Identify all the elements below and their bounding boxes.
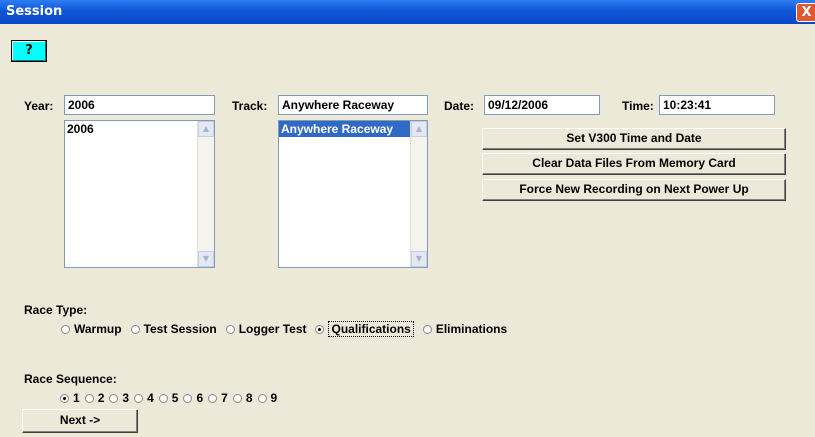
radio-dot-icon[interactable] (257, 393, 267, 403)
time-field[interactable]: 10:23:41 (659, 95, 775, 115)
radio-dot-icon[interactable] (130, 324, 140, 334)
year-field[interactable]: 2006 (64, 95, 215, 115)
year-listbox[interactable]: 2006 ▲ ▼ (64, 120, 215, 268)
radio-dot-icon[interactable] (134, 393, 144, 403)
force-new-recording-button[interactable]: Force New Recording on Next Power Up (482, 179, 786, 201)
title-bar[interactable]: Session X (0, 0, 815, 24)
radio-dot-icon[interactable] (422, 324, 432, 334)
year-scrollbar[interactable]: ▲ ▼ (197, 121, 214, 267)
scroll-down-icon[interactable]: ▼ (411, 251, 427, 267)
radio-seq-3[interactable]: 3 (109, 391, 129, 405)
radio-label[interactable]: Test Session (144, 322, 217, 336)
radio-label[interactable]: 5 (172, 391, 179, 405)
radio-label[interactable]: Warmup (74, 322, 122, 336)
time-label: Time: (622, 99, 654, 113)
track-scrollbar[interactable]: ▲ ▼ (410, 121, 427, 267)
scroll-up-icon[interactable]: ▲ (198, 121, 214, 137)
radio-label[interactable]: 1 (73, 391, 80, 405)
radio-dot-icon[interactable] (232, 393, 242, 403)
window-title: Session (6, 4, 63, 19)
radio-dot-icon[interactable] (158, 393, 168, 403)
help-button[interactable]: ? (11, 40, 47, 62)
radio-eliminations[interactable]: Eliminations (422, 322, 507, 336)
race-sequence-label: Race Sequence: (24, 372, 117, 386)
radio-seq-5[interactable]: 5 (158, 391, 179, 405)
scroll-down-icon[interactable]: ▼ (198, 251, 214, 267)
radio-logger-test[interactable]: Logger Test (225, 322, 307, 336)
year-label: Year: (24, 99, 54, 113)
close-button[interactable]: X (796, 3, 815, 22)
radio-dot-icon[interactable] (183, 393, 193, 403)
radio-label[interactable]: Logger Test (239, 322, 307, 336)
next-button[interactable]: Next -> (22, 409, 138, 433)
radio-seq-7[interactable]: 7 (208, 391, 228, 405)
race-type-label: Race Type: (24, 303, 88, 317)
session-window: Session X ? Year: 2006 2006 ▲ ▼ Track: A… (0, 0, 815, 437)
radio-seq-8[interactable]: 8 (232, 391, 253, 405)
radio-seq-1[interactable]: 1 (60, 391, 80, 405)
radio-label[interactable]: 7 (221, 391, 228, 405)
track-field[interactable]: Anywhere Raceway (278, 95, 428, 115)
year-list-item[interactable]: 2006 (65, 121, 214, 137)
radio-label[interactable]: Qualifications (328, 321, 414, 337)
radio-label[interactable]: 6 (196, 391, 203, 405)
radio-label[interactable]: 3 (122, 391, 129, 405)
radio-dot-icon[interactable] (60, 393, 69, 403)
radio-label[interactable]: 9 (271, 391, 278, 405)
radio-dot-icon[interactable] (208, 393, 218, 403)
radio-seq-2[interactable]: 2 (84, 391, 105, 405)
radio-seq-4[interactable]: 4 (134, 391, 154, 405)
radio-qualifications[interactable]: Qualifications (315, 321, 414, 337)
radio-label[interactable]: Eliminations (436, 322, 507, 336)
track-label: Track: (232, 99, 268, 113)
date-label: Date: (444, 99, 475, 113)
radio-label[interactable]: 8 (246, 391, 253, 405)
radio-dot-icon[interactable] (315, 324, 325, 334)
radio-dot-icon[interactable] (61, 324, 70, 334)
radio-label[interactable]: 2 (98, 391, 105, 405)
radio-seq-9[interactable]: 9 (257, 391, 278, 405)
clear-data-files-button[interactable]: Clear Data Files From Memory Card (482, 153, 786, 175)
radio-test-session[interactable]: Test Session (130, 322, 217, 336)
radio-dot-icon[interactable] (225, 324, 235, 334)
scroll-up-icon[interactable]: ▲ (411, 121, 427, 137)
radio-dot-icon[interactable] (84, 393, 94, 403)
track-list-item[interactable]: Anywhere Raceway (279, 121, 410, 137)
radio-dot-icon[interactable] (109, 393, 119, 403)
date-field[interactable]: 09/12/2006 (484, 95, 600, 115)
radio-warmup[interactable]: Warmup (61, 322, 122, 336)
set-time-date-button[interactable]: Set V300 Time and Date (482, 128, 786, 150)
track-listbox[interactable]: Anywhere Raceway ▲ ▼ (278, 120, 428, 268)
race-sequence-radio-group: 1 2 3 4 5 6 7 8 9 (60, 391, 282, 405)
radio-seq-6[interactable]: 6 (183, 391, 203, 405)
radio-label[interactable]: 4 (147, 391, 154, 405)
race-type-radio-group: Warmup Test Session Logger Test Qualific… (61, 321, 516, 337)
